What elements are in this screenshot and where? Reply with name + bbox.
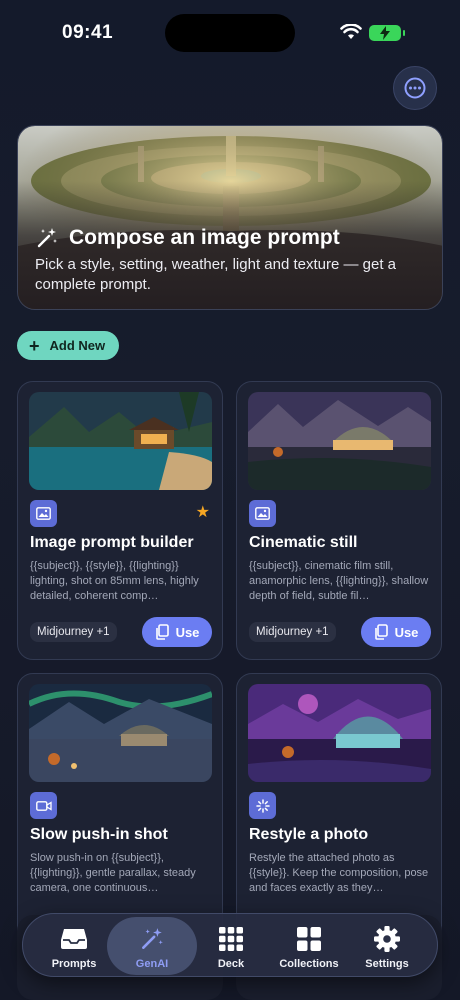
tab-collections[interactable]: Collections: [269, 914, 349, 978]
grid-2x2-icon: [297, 926, 321, 952]
prompt-card-restyle-a-photo[interactable]: Restyle a photo Restyle the attached pho…: [236, 673, 442, 952]
card-thumbnail-lagoon-image: [29, 392, 212, 490]
model-chip: Midjourney +1: [249, 622, 336, 642]
copy-icon: [155, 624, 169, 640]
hero-title: Compose an image prompt: [69, 226, 340, 249]
magic-wand-icon: [139, 926, 165, 952]
sparkle-burst-type-icon: [249, 792, 276, 819]
tab-genai[interactable]: GenAI: [107, 917, 197, 975]
tab-label: Prompts: [51, 958, 97, 970]
wifi-icon: [340, 24, 362, 39]
use-button[interactable]: Use: [142, 617, 212, 647]
status-bar: 09:41: [0, 0, 460, 62]
hero-title-row: Compose an image prompt: [35, 226, 340, 250]
card-description: {{subject}}, {{style}}, {{lighting}} lig…: [30, 560, 199, 602]
tab-prompts[interactable]: Prompts: [34, 914, 114, 978]
card-thumbnail-greenhouse-image: [248, 392, 431, 490]
card-title: Image prompt builder: [30, 534, 194, 551]
use-label: Use: [175, 624, 200, 640]
card-thumbnail-neon-greenhouse-image: [248, 684, 431, 782]
image-type-icon: [30, 500, 57, 527]
model-chip: Midjourney +1: [30, 622, 117, 642]
tab-settings[interactable]: Settings: [347, 914, 427, 978]
tab-label: Deck: [217, 958, 245, 970]
status-time: 09:41: [62, 22, 114, 43]
magic-wand-sparkles-icon: [37, 228, 57, 248]
gear-icon: [374, 926, 400, 952]
prompt-card-slow-push-in-shot[interactable]: Slow push-in shot Slow push-in on {{subj…: [17, 673, 223, 952]
tray-icon: [60, 926, 88, 952]
tab-label: Settings: [365, 958, 409, 970]
tab-label: GenAI: [135, 958, 169, 970]
battery-icon: [369, 25, 405, 41]
card-title: Restyle a photo: [249, 826, 369, 843]
more-options-button[interactable]: [393, 66, 437, 110]
copy-icon: [374, 624, 388, 640]
dynamic-island: [165, 14, 295, 52]
card-title: Slow push-in shot: [30, 826, 168, 843]
card-title: Cinematic still: [249, 534, 358, 551]
add-new-label: Add New: [49, 338, 106, 353]
compose-prompt-hero-card[interactable]: Compose an image prompt Pick a style, se…: [17, 125, 443, 310]
tab-label: Collections: [279, 958, 339, 970]
ellipsis-circle-icon: [404, 77, 426, 99]
favorite-star-icon[interactable]: ★: [196, 502, 210, 522]
grid-3x3-icon: [219, 926, 243, 952]
image-type-icon: [249, 500, 276, 527]
plus-icon: +: [29, 335, 40, 356]
card-thumbnail-aurora-image: [29, 684, 212, 782]
tab-bar: Prompts GenAI Deck Collections Settings: [22, 913, 438, 977]
video-type-icon: [30, 792, 57, 819]
card-description: Slow push-in on {{subject}}, {{lighting}…: [30, 852, 196, 894]
card-description: {{subject}}, cinematic film still, anamo…: [249, 560, 429, 602]
use-label: Use: [394, 624, 419, 640]
hero-subtitle: Pick a style, setting, weather, light an…: [35, 256, 397, 293]
add-new-button[interactable]: + Add New: [17, 331, 120, 360]
tab-deck[interactable]: Deck: [191, 914, 271, 978]
prompt-card-cinematic-still[interactable]: Cinematic still {{subject}}, cinematic f…: [236, 381, 442, 660]
card-description: Restyle the attached photo as {{style}}.…: [249, 852, 429, 894]
use-button[interactable]: Use: [361, 617, 431, 647]
prompt-card-image-prompt-builder[interactable]: ★ Image prompt builder {{subject}}, {{st…: [17, 381, 223, 660]
